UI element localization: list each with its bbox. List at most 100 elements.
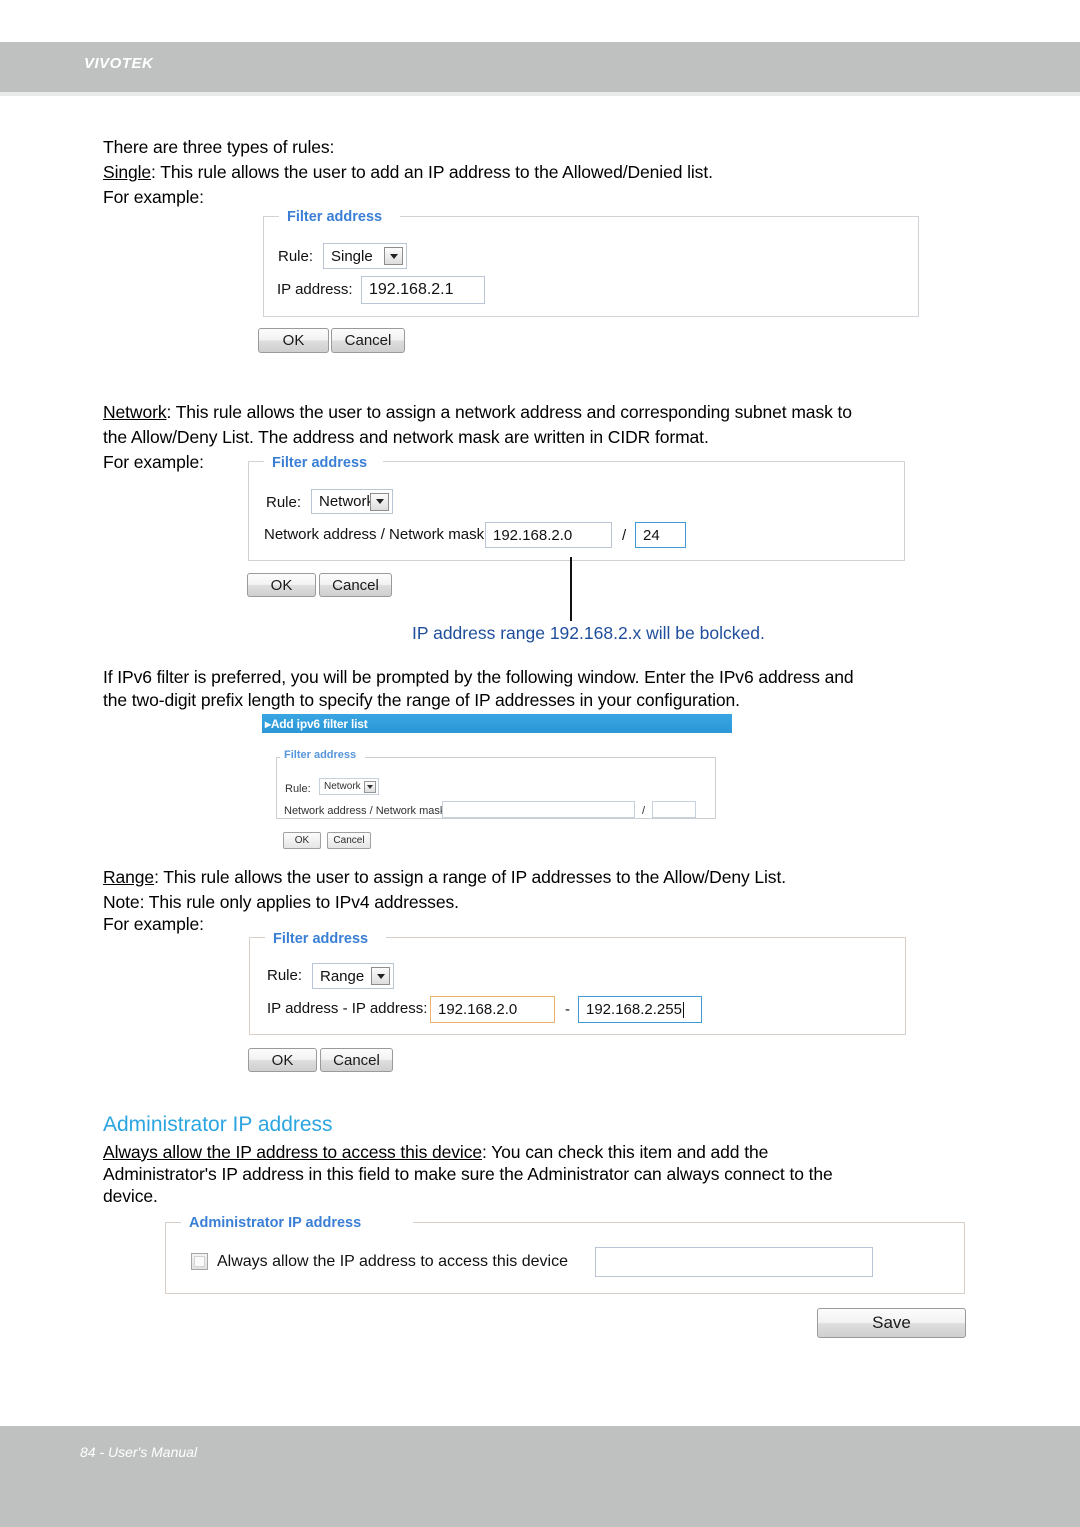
- cancel-button-label-network: Cancel: [332, 576, 379, 594]
- chevron-down-icon[interactable]: [384, 247, 403, 265]
- range-rule-keyword: Range: [103, 867, 155, 887]
- panel-border-right: [413, 1222, 965, 1223]
- save-button[interactable]: Save: [817, 1308, 966, 1338]
- rule-select-value-range: Range: [320, 967, 365, 985]
- panel-border-right: [386, 937, 906, 938]
- administrator-body-rest-1: : You can check this item and add the: [482, 1142, 769, 1162]
- cancel-button-label-range: Cancel: [333, 1051, 380, 1069]
- administrator-ip-input[interactable]: [595, 1247, 873, 1277]
- panel-border-left: [165, 1222, 181, 1223]
- ipv6-intro-line-1: If IPv6 filter is preferred, you will be…: [103, 667, 854, 687]
- rule-label-network: Rule:: [266, 494, 302, 511]
- ipv6-window-body: Filter address Rule: Network Network add…: [262, 733, 732, 857]
- checkbox-inner: [194, 1256, 205, 1267]
- network-rule-line-1: Network: This rule allows the user to as…: [103, 400, 993, 425]
- ipv6-window-title: ▸Add ipv6 filter list: [265, 716, 368, 731]
- rule-select-single[interactable]: Single: [323, 243, 407, 269]
- network-address-input[interactable]: 192.168.2.0: [485, 522, 612, 548]
- rule-select-value-network: Network: [319, 493, 375, 510]
- always-allow-checkbox[interactable]: [191, 1253, 208, 1270]
- footer-page-label: 84 - User's Manual: [80, 1444, 198, 1460]
- ipv6-network-address-label: Network address / Network mask:: [284, 805, 449, 817]
- network-rule-description-1: : This rule allows the user to assign a …: [166, 402, 852, 422]
- ipv6-rule-select-value: Network: [324, 781, 361, 792]
- network-mask-value: 24: [643, 526, 660, 544]
- network-address-value: 192.168.2.0: [493, 526, 573, 544]
- range-rule-line-2: Note: This rule only applies to IPv4 add…: [103, 892, 459, 912]
- ok-button-range[interactable]: OK: [248, 1048, 317, 1072]
- panel-legend-range: Filter address: [267, 931, 375, 947]
- ipv6-panel-legend: Filter address: [280, 749, 361, 761]
- always-allow-keyword: Always allow the IP address to access th…: [103, 1142, 482, 1162]
- network-mask-input[interactable]: 24: [635, 522, 686, 548]
- cancel-button-label-single: Cancel: [344, 332, 392, 349]
- panel-border-right: [383, 461, 905, 462]
- ip-range-label: IP address - IP address:: [267, 1000, 428, 1017]
- ipv6-cancel-button-label: Cancel: [333, 835, 365, 846]
- ipv6-ok-button[interactable]: OK: [283, 832, 321, 849]
- administrator-section-heading: Administrator IP address: [103, 1113, 333, 1136]
- ip-range-start-value: 192.168.2.0: [438, 1001, 518, 1018]
- chevron-down-icon[interactable]: [364, 780, 376, 793]
- chevron-down-icon[interactable]: [371, 967, 390, 985]
- ipv6-rule-select[interactable]: Network: [319, 778, 379, 795]
- ipv6-network-mask-input[interactable]: [652, 801, 696, 818]
- ok-button-label-network: OK: [270, 576, 293, 594]
- blocked-range-caption: IP address range 192.168.2.x will be bol…: [412, 623, 765, 643]
- single-rule-description: : This rule allows the user to add an IP…: [151, 162, 713, 182]
- ipv6-rule-label: Rule:: [285, 783, 311, 795]
- range-rule-line-1: Range: This rule allows the user to assi…: [103, 865, 993, 890]
- panel-legend-administrator: Administrator IP address: [183, 1215, 368, 1231]
- ok-button-single[interactable]: OK: [258, 328, 329, 353]
- ipv6-slash-separator: /: [642, 805, 646, 817]
- panel-border-left: [263, 216, 279, 217]
- rule-select-network[interactable]: Network: [311, 489, 393, 514]
- range-dash-separator: -: [565, 1001, 570, 1018]
- intro-single-rule: Single: This rule allows the user to add…: [103, 160, 983, 185]
- range-for-example: For example:: [103, 914, 204, 934]
- ipv6-ok-button-label: OK: [294, 835, 310, 846]
- rule-label-single: Rule:: [278, 248, 314, 265]
- ip-range-end-value: 192.168.2.255: [586, 1001, 682, 1018]
- administrator-body-line-3: device.: [103, 1186, 158, 1206]
- rule-select-value-single: Single: [331, 247, 373, 265]
- vivotek-logo: VIVOTEK: [84, 55, 154, 72]
- rule-select-range[interactable]: Range: [312, 963, 394, 989]
- panel-legend-single: Filter address: [281, 209, 389, 225]
- panel-legend-network: Filter address: [266, 455, 374, 471]
- cancel-button-range[interactable]: Cancel: [320, 1048, 393, 1072]
- panel-border-right: [365, 757, 716, 758]
- ip-range-start-input[interactable]: 192.168.2.0: [430, 996, 555, 1023]
- chevron-down-icon[interactable]: [370, 492, 389, 511]
- range-rule-description-1: : This rule allows the user to assign a …: [154, 867, 786, 887]
- always-allow-checkbox-label: Always allow the IP address to access th…: [217, 1253, 568, 1270]
- ip-address-input-single[interactable]: 192.168.2.1: [361, 276, 485, 304]
- ip-address-label-single: IP address:: [277, 281, 353, 298]
- ip-range-end-input[interactable]: 192.168.2.255: [578, 996, 702, 1023]
- ok-button-network[interactable]: OK: [247, 573, 316, 597]
- save-button-label: Save: [872, 1313, 911, 1332]
- network-for-example: For example:: [103, 452, 204, 472]
- network-address-label: Network address / Network mask:: [264, 526, 489, 543]
- header-divider: [0, 92, 1080, 96]
- panel-border-right: [400, 216, 919, 217]
- cancel-button-network[interactable]: Cancel: [319, 573, 392, 597]
- ipv6-network-address-input[interactable]: [442, 801, 635, 818]
- slash-separator-network: /: [622, 527, 627, 544]
- cancel-button-single[interactable]: Cancel: [331, 328, 405, 353]
- ipv6-window-titlebar: ▸Add ipv6 filter list: [262, 714, 732, 733]
- network-rule-line-2: the Allow/Deny List. The address and net…: [103, 427, 709, 447]
- ip-address-value-single: 192.168.2.1: [369, 281, 454, 298]
- network-rule-keyword: Network: [103, 402, 167, 422]
- page-header: VIVOTEK: [0, 42, 1080, 92]
- single-rule-keyword: Single: [103, 162, 152, 182]
- administrator-body-line-2: Administrator's IP address in this field…: [103, 1164, 833, 1184]
- ok-button-label-single: OK: [282, 332, 305, 349]
- ipv6-intro-line-2: the two-digit prefix length to specify t…: [103, 690, 740, 710]
- ipv6-cancel-button[interactable]: Cancel: [327, 832, 371, 849]
- intro-line-1: There are three types of rules:: [103, 137, 335, 157]
- text-caret: [682, 1001, 684, 1018]
- intro-for-example: For example:: [103, 187, 204, 207]
- panel-border-left: [248, 461, 264, 462]
- callout-pointer-line: [570, 557, 572, 621]
